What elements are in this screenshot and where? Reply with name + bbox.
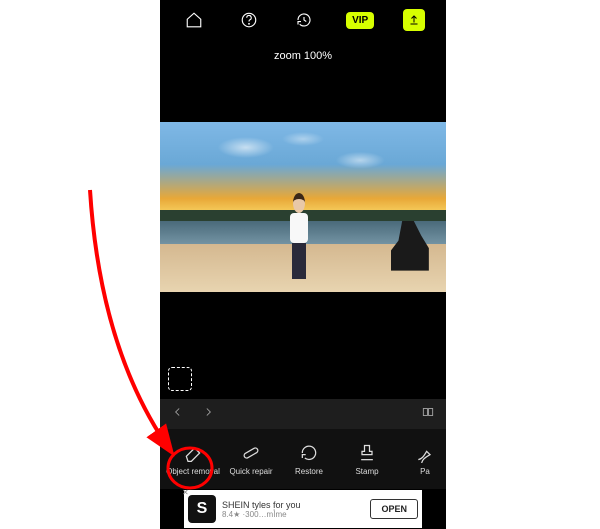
eraser-icon	[183, 443, 203, 463]
help-button[interactable]	[236, 7, 262, 33]
ad-container: ✕ S SHEIN tyles for you 8.4★ ·300…mأme O…	[160, 489, 446, 529]
ad-open-button[interactable]: OPEN	[370, 499, 418, 519]
tool-restore[interactable]: Restore	[280, 443, 338, 476]
ad-subtitle: 8.4★ ·300…mأme	[222, 510, 364, 519]
subject-girl	[286, 193, 312, 283]
brush-icon	[415, 443, 435, 463]
tool-label: Pa	[420, 467, 430, 476]
history-bar	[160, 399, 446, 429]
top-toolbar: VIP	[160, 0, 446, 40]
tool-label: Quick repair	[229, 467, 272, 476]
canvas-area[interactable]	[160, 82, 446, 399]
compare-icon	[420, 405, 436, 419]
ad-close-icon[interactable]: ✕	[182, 488, 192, 498]
ad-banner[interactable]: ✕ S SHEIN tyles for you 8.4★ ·300…mأme O…	[184, 490, 422, 528]
history-button[interactable]	[291, 7, 317, 33]
undo-icon	[170, 405, 186, 419]
ad-title: SHEIN tyles for you	[222, 500, 364, 510]
annotation-arrow	[90, 190, 170, 450]
tool-label: Object removal	[166, 467, 220, 476]
history-icon	[295, 11, 313, 29]
tool-partial[interactable]: Pa	[396, 443, 446, 476]
tool-strip: Object removal Quick repair Restore Stam…	[160, 429, 446, 489]
selection-mode-button[interactable]	[168, 367, 192, 391]
photo-preview	[160, 122, 446, 292]
phone-screen: VIP zoom 100%	[160, 0, 446, 529]
vip-badge[interactable]: VIP	[346, 12, 374, 29]
home-icon	[185, 11, 203, 29]
ad-logo: S	[188, 495, 216, 523]
help-icon	[240, 11, 258, 29]
redo-button[interactable]	[200, 405, 216, 424]
bandage-icon	[241, 443, 261, 463]
undo-button[interactable]	[170, 405, 186, 424]
tool-object-removal[interactable]: Object removal	[164, 443, 222, 476]
zoom-indicator: zoom 100%	[160, 40, 446, 82]
tool-quick-repair[interactable]: Quick repair	[222, 443, 280, 476]
export-icon	[408, 14, 420, 26]
restore-icon	[299, 443, 319, 463]
stamp-icon	[357, 443, 377, 463]
export-button[interactable]	[403, 9, 425, 31]
tool-label: Restore	[295, 467, 323, 476]
redo-icon	[200, 405, 216, 419]
tool-stamp[interactable]: Stamp	[338, 443, 396, 476]
tool-label: Stamp	[355, 467, 378, 476]
compare-button[interactable]	[420, 405, 436, 424]
home-button[interactable]	[181, 7, 207, 33]
